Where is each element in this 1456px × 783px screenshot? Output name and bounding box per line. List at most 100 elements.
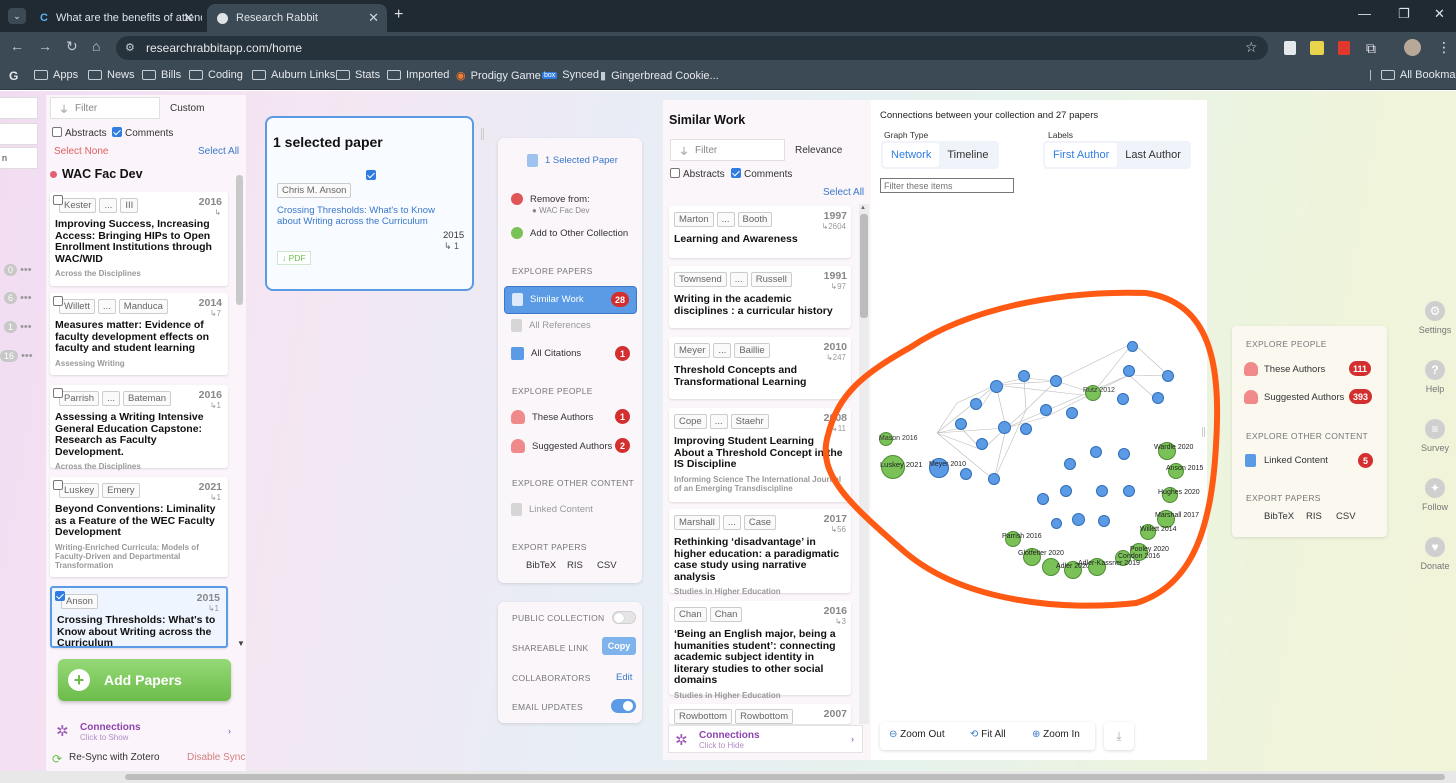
collection-paper-card[interactable]: Luskey Emery 2021 ↳1 Beyond Conventions: … (50, 477, 228, 577)
rp-suggested-authors[interactable]: Suggested Authors (1244, 390, 1344, 404)
paper-checkbox[interactable] (53, 480, 63, 490)
export-bibtex[interactable]: BibTeX (526, 560, 556, 571)
selected-checkbox[interactable] (366, 170, 376, 180)
rp-these-authors[interactable]: These Authors (1244, 362, 1325, 376)
help-link[interactable]: ? Help (1416, 360, 1454, 394)
rp-export-ris[interactable]: RIS (1306, 511, 1322, 522)
bookmark-auburn[interactable]: Auburn Links (252, 69, 335, 81)
bookmark-coding[interactable]: Coding (189, 69, 243, 81)
star-icon[interactable]: ☆ (1245, 39, 1258, 56)
author-pill[interactable]: Chris M. Anson (277, 183, 352, 198)
bookmark-imported[interactable]: Imported (387, 69, 449, 81)
close-icon[interactable]: ✕ (368, 10, 379, 26)
selected-title-link[interactable]: Crossing Thresholds: What's to Know abou… (277, 205, 457, 227)
menu-icon[interactable]: ⋮ (1437, 39, 1451, 56)
select-all-link[interactable]: Select All (198, 146, 239, 157)
extensions-icon[interactable]: ⧉ (1366, 40, 1376, 57)
scroll-down-icon[interactable]: ▼ (237, 639, 245, 648)
similar-select-all[interactable]: Select All (823, 187, 864, 198)
linked-content-button[interactable]: Linked Content (511, 503, 593, 516)
rp-export-bibtex[interactable]: BibTeX (1264, 511, 1294, 522)
tab-1[interactable]: C What are the benefits of attend ✕ (30, 4, 202, 32)
resync-zotero-link[interactable]: Re-Sync with Zotero (69, 752, 160, 763)
collection-paper-card[interactable]: Willett... Manduca 2014 ↳7 Measures matte… (50, 293, 228, 375)
strip-box[interactable] (0, 97, 38, 119)
strip-row[interactable]: 1 ••• (4, 321, 32, 333)
zoom-in-button[interactable]: ⊕ Zoom In (1032, 729, 1080, 740)
email-updates-toggle[interactable] (611, 699, 636, 713)
last-author-option[interactable]: Last Author (1117, 143, 1189, 167)
follow-link[interactable]: ✦ Follow (1416, 478, 1454, 512)
paper-checkbox[interactable] (53, 195, 63, 205)
timeline-option[interactable]: Timeline (939, 143, 996, 167)
strip-row[interactable]: 0 ••• (4, 264, 32, 276)
similar-comments-toggle[interactable]: Comments (731, 168, 792, 180)
close-window-icon[interactable]: ✕ (1434, 6, 1445, 22)
strip-box[interactable]: n (0, 147, 38, 169)
google-icon[interactable]: G (9, 69, 18, 83)
similar-paper-card[interactable]: Marton... Booth 1997 ↳2604 Learning and Aw… (669, 206, 851, 258)
disable-sync-link[interactable]: Disable Sync (187, 752, 245, 763)
tab-2[interactable]: Research Rabbit ✕ (207, 4, 387, 32)
public-toggle[interactable] (612, 611, 636, 624)
collection-filter[interactable]: ⏚ Filter (50, 97, 160, 119)
back-icon[interactable]: ← (10, 38, 24, 54)
graph-resize-handle[interactable] (1202, 427, 1205, 437)
restore-icon[interactable]: ❐ (1398, 6, 1410, 22)
zoom-out-button[interactable]: ⊖ Zoom Out (889, 729, 945, 740)
rp-export-csv[interactable]: CSV (1336, 511, 1356, 522)
scroll-up-icon[interactable]: ▲ (860, 205, 866, 211)
extension-pdf-icon[interactable] (1338, 41, 1350, 55)
extension-doc-icon[interactable] (1284, 41, 1296, 55)
custom-sort[interactable]: Custom (170, 103, 204, 114)
strip-row[interactable]: 6 ••• (4, 292, 32, 304)
reload-icon[interactable]: ↻ (66, 38, 78, 55)
download-icon[interactable]: ⤓ (1104, 722, 1134, 750)
paper-checkbox[interactable] (53, 388, 63, 398)
site-info-icon[interactable]: ⚙ (125, 41, 135, 54)
settings-link[interactable]: ⚙ Settings (1416, 301, 1454, 335)
address-bar[interactable]: ⚙ researchrabbitapp.com/home (116, 36, 1268, 60)
abstracts-toggle[interactable]: Abstracts (52, 127, 107, 139)
network-option[interactable]: Network (883, 143, 940, 167)
avatar[interactable] (1404, 39, 1421, 56)
remove-from-button[interactable]: Remove from: (511, 193, 590, 205)
edit-collaborators-link[interactable]: Edit (616, 672, 632, 683)
horizontal-scrollbar[interactable] (0, 771, 1456, 783)
collection-paper-card[interactable]: Kester... III 2016 ↳ Improving Success, I… (50, 192, 228, 286)
paper-checkbox[interactable] (55, 591, 65, 601)
these-authors-button[interactable]: These Authors (511, 410, 593, 424)
add-to-other-collection[interactable]: Add to Other Collection (511, 227, 628, 239)
forward-icon[interactable]: → (38, 38, 52, 54)
comments-toggle[interactable]: Comments (112, 127, 173, 139)
paper-checkbox[interactable] (53, 296, 63, 306)
rp-linked-content[interactable]: Linked Content (1245, 454, 1328, 467)
similar-paper-card[interactable]: Rowbottom Rowbottom 2007 (669, 704, 851, 724)
suggested-authors-button[interactable]: Suggested Authors (511, 439, 612, 453)
bookmark-stats[interactable]: Stats (336, 69, 380, 81)
collection-scrollbar[interactable] (236, 175, 243, 305)
bookmark-news[interactable]: News (88, 69, 135, 81)
connections-toggle[interactable]: ✲ Connections Click to Show › (56, 722, 236, 742)
all-citations-button[interactable]: All Citations (511, 347, 581, 360)
relevance-sort[interactable]: Relevance (795, 145, 842, 156)
survey-link[interactable]: ≡ Survey (1416, 419, 1454, 453)
export-csv[interactable]: CSV (597, 560, 617, 571)
collection-paper-card-selected[interactable]: Anson 2015 ↳1 Crossing Thresholds: What'… (50, 586, 228, 648)
tab-search-button[interactable]: ⌄ (8, 8, 26, 24)
minimize-icon[interactable]: — (1358, 6, 1371, 21)
strip-row[interactable]: 16 ••• (0, 350, 33, 362)
donate-link[interactable]: ♥ Donate (1416, 537, 1454, 571)
export-ris[interactable]: RIS (567, 560, 583, 571)
graph-filter-input[interactable] (880, 178, 1014, 193)
bookmark-prodigy[interactable]: ◉ Prodigy Game (456, 69, 541, 83)
extension-note-icon[interactable] (1310, 41, 1324, 55)
close-icon[interactable]: ✕ (183, 10, 194, 26)
similar-work-label[interactable]: Similar Work (512, 293, 584, 306)
panel-resize-handle[interactable] (481, 128, 484, 140)
copy-link-button[interactable]: Copy (602, 637, 636, 655)
bookmark-synced[interactable]: box Synced (542, 69, 599, 81)
similar-paper-card[interactable]: Chan Chan 2016 ↳3 ‘Being an English major,… (669, 601, 851, 700)
pdf-button[interactable]: ↓ PDF (277, 251, 311, 265)
strip-box[interactable] (0, 123, 38, 145)
